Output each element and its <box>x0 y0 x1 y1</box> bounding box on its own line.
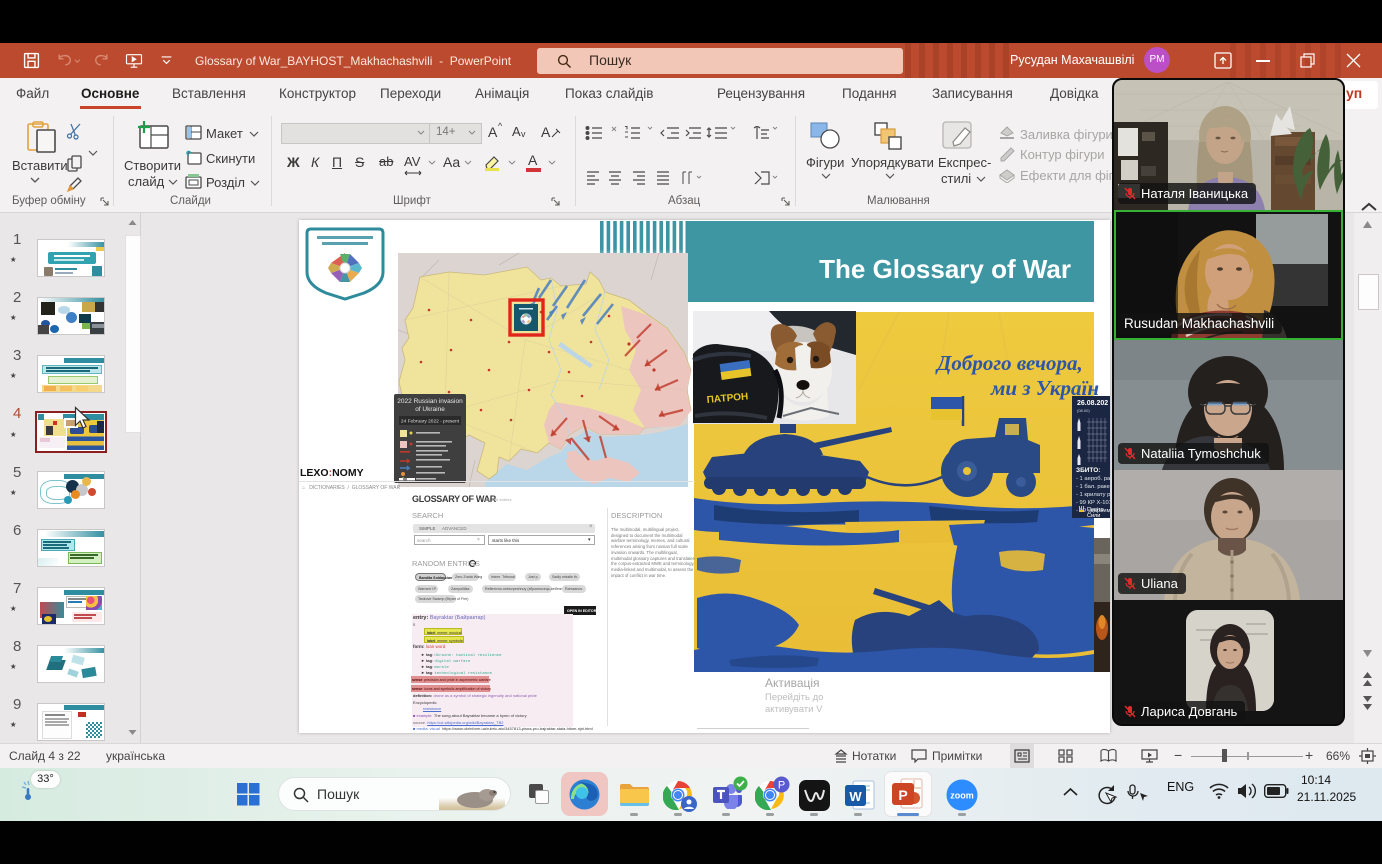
svg-text:- 1 крилату р: - 1 крилату р <box>1076 492 1110 498</box>
svg-text:Доброго вечора,: Доброго вечора, <box>935 351 1083 375</box>
svg-text:- 1 аероб. ра: - 1 аероб. ра <box>1076 476 1110 482</box>
svg-text:Сили: Сили <box>1087 513 1100 519</box>
svg-text:2022 Russian invasion: 2022 Russian invasion <box>397 398 463 405</box>
svg-text:26.08.202: 26.08.202 <box>1077 400 1108 407</box>
svg-text:- 1 бал. раке: - 1 бал. раке <box>1076 484 1110 490</box>
svg-text:W: W <box>849 789 862 804</box>
svg-text:(08.00): (08.00) <box>1077 408 1090 413</box>
svg-text:ЗБИТО:: ЗБИТО: <box>1076 467 1100 474</box>
svg-text:The Glossary of War: The Glossary of War <box>819 254 1071 284</box>
svg-text:zoom: zoom <box>950 791 974 801</box>
svg-text:P: P <box>898 787 907 803</box>
svg-text:P: P <box>778 780 785 792</box>
svg-text:24 February 2022 - present: 24 February 2022 - present <box>401 419 460 425</box>
svg-text:of Ukraine: of Ukraine <box>415 406 445 413</box>
svg-text:- 99 КР Х-101: - 99 КР Х-101 <box>1076 500 1110 506</box>
